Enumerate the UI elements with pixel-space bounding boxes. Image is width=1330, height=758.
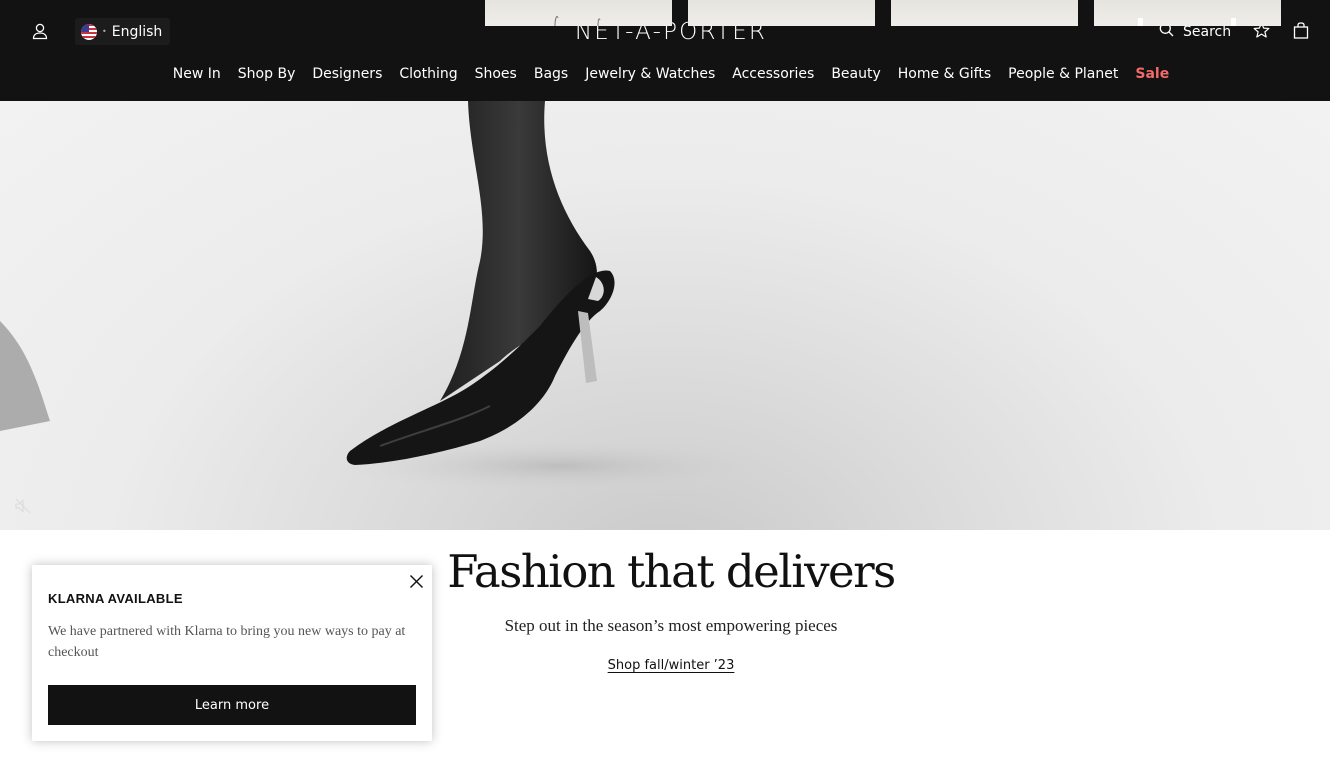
popup-body: We have partnered with Klarna to bring y… — [48, 624, 406, 660]
product-thumbnail[interactable] — [485, 0, 672, 27]
promo-subline: Step out in the season’s most empowering… — [504, 616, 838, 635]
nav-item-bags[interactable]: Bags — [534, 66, 568, 82]
nav-item-sale[interactable]: Sale — [1135, 66, 1169, 82]
separator-dot: • — [102, 27, 107, 36]
product-thumbnail[interactable] — [688, 0, 875, 26]
speaker-muted-icon[interactable] — [14, 497, 32, 519]
close-icon[interactable] — [409, 574, 424, 589]
language-label: English — [111, 23, 163, 40]
learn-more-button[interactable]: Learn more — [48, 685, 416, 725]
nav-item-beauty[interactable]: Beauty — [831, 66, 880, 82]
nav-item-home-gifts[interactable]: Home & Gifts — [898, 66, 991, 82]
nav-item-accessories[interactable]: Accessories — [732, 66, 814, 82]
product-thumbnail[interactable] — [1094, 0, 1281, 26]
user-icon[interactable] — [31, 22, 49, 40]
nav-item-clothing[interactable]: Clothing — [399, 66, 457, 82]
product-thumbnail[interactable] — [891, 0, 1078, 26]
hero-video[interactable] — [0, 101, 1330, 530]
hero-image — [0, 101, 790, 494]
main-navigation: New In Shop By Designers Clothing Shoes … — [0, 66, 1330, 82]
shop-fall-winter-link[interactable]: Shop fall/winter ’23 — [608, 658, 735, 673]
promo-headline: Fashion that delivers — [447, 545, 896, 598]
shopping-bag-icon[interactable] — [1293, 22, 1309, 43]
nav-item-new-in[interactable]: New In — [173, 66, 221, 82]
us-flag-icon — [81, 23, 97, 40]
popup-title: KLARNA AVAILABLE — [48, 591, 183, 606]
klarna-popup: KLARNA AVAILABLE We have partnered with … — [32, 565, 432, 741]
language-selector[interactable]: • English — [75, 18, 171, 45]
nav-item-shop-by[interactable]: Shop By — [238, 66, 296, 82]
nav-item-shoes[interactable]: Shoes — [475, 66, 517, 82]
nav-item-people-planet[interactable]: People & Planet — [1008, 66, 1118, 82]
nav-item-designers[interactable]: Designers — [312, 66, 382, 82]
shop-link-wrap: Shop fall/winter ’23 — [400, 654, 942, 673]
nav-item-jewelry-watches[interactable]: Jewelry & Watches — [585, 66, 715, 82]
